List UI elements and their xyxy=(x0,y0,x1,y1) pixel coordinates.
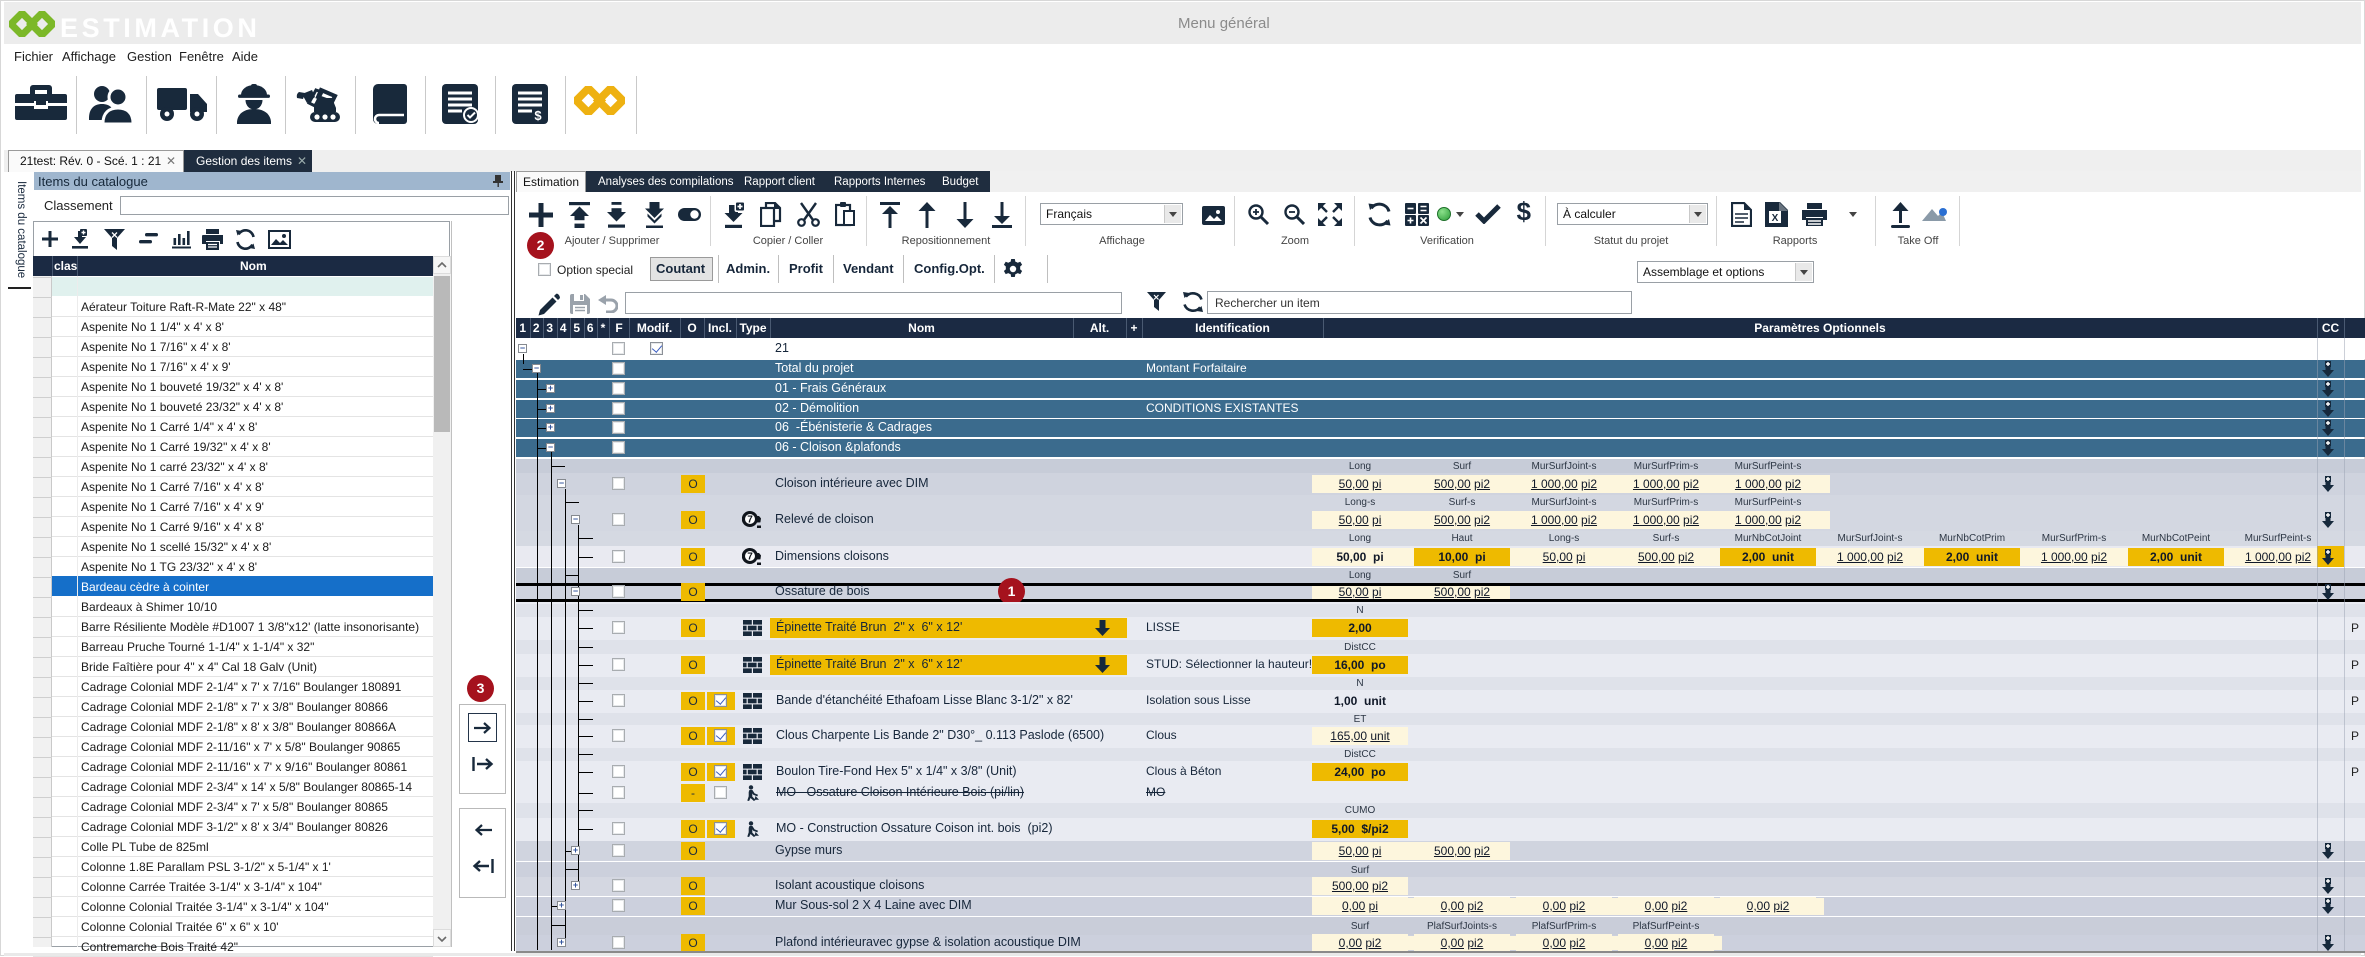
svg-text:X: X xyxy=(1772,213,1779,224)
svg-text:7: 7 xyxy=(747,515,753,526)
svg-text:$: $ xyxy=(534,108,542,123)
svg-text:7: 7 xyxy=(747,552,753,563)
